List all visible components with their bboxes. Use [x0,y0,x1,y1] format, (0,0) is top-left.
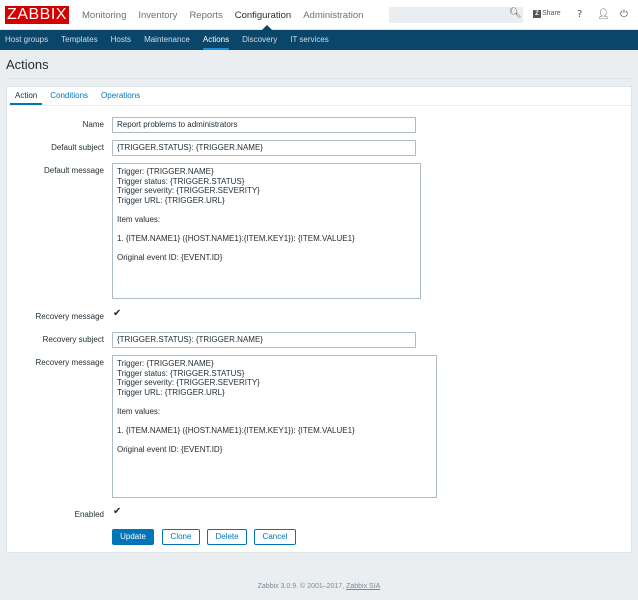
subnav-actions[interactable]: Actions [202,30,230,50]
delete-button[interactable]: Delete [207,529,247,545]
default-subject-label: Default subject [51,143,104,152]
cancel-button[interactable]: Cancel [254,529,296,545]
top-header: ZABBIX Monitoring Inventory Reports Conf… [0,0,638,30]
menu-administration[interactable]: Administration [303,10,363,21]
divider [6,78,632,79]
zabbix-sia-link[interactable]: Zabbix SIA [346,583,380,590]
subnav-it-services[interactable]: IT services [290,30,329,50]
recovery-message-label: Recovery message [35,358,104,367]
tab-action[interactable]: Action [10,87,43,105]
recovery-message-checkbox-label: Recovery message [35,312,104,321]
search-input[interactable] [389,7,523,23]
clone-button[interactable]: Clone [162,529,200,545]
page-title: Actions [6,57,49,72]
default-subject-input[interactable]: {TRIGGER.STATUS}: {TRIGGER.NAME} [112,140,416,156]
zabbix-logo[interactable]: ZABBIX [5,6,69,24]
default-message-label: Default message [43,166,104,175]
menu-configuration[interactable]: Configuration [235,10,292,21]
subnav-discovery[interactable]: Discovery [242,30,277,50]
update-button[interactable]: Update [112,529,154,545]
name-label: Name [82,120,104,129]
recovery-message-textarea[interactable]: Trigger: {TRIGGER.NAME} Trigger status: … [112,355,437,498]
name-input[interactable]: Report problems to administrators [112,117,416,133]
main-menu: Monitoring Inventory Reports Configurati… [82,10,363,21]
subnav-host-groups[interactable]: Host groups [5,30,48,50]
footer: Zabbix 3.0.9. © 2001–2017, Zabbix SIA [257,583,381,590]
subnav-maintenance[interactable]: Maintenance [144,30,190,50]
form-tabs: Action Conditions Operations [7,87,631,106]
help-icon[interactable]: ? [577,9,582,20]
menu-inventory[interactable]: Inventory [138,10,177,21]
tab-operations[interactable]: Operations [96,87,145,105]
subnav-templates[interactable]: Templates [61,30,97,50]
logout-icon[interactable]: ⏻ [620,9,628,20]
tab-conditions[interactable]: Conditions [45,87,93,105]
default-message-textarea[interactable]: Trigger: {TRIGGER.NAME} Trigger status: … [112,163,421,299]
recovery-message-checkbox[interactable]: ✔ [113,308,121,319]
action-form-panel: Action Conditions Operations Name Report… [6,86,632,553]
menu-monitoring[interactable]: Monitoring [82,10,126,21]
recovery-subject-label: Recovery subject [42,335,104,344]
recovery-subject-input[interactable]: {TRIGGER.STATUS}: {TRIGGER.NAME} [112,332,416,348]
share-button[interactable]: Z Share [533,10,561,18]
menu-reports[interactable]: Reports [189,10,222,21]
user-profile-icon[interactable]: 👤︎ [597,9,610,20]
enabled-label: Enabled [74,510,104,519]
sub-navigation: Host groups Templates Hosts Maintenance … [0,30,638,50]
search-icon[interactable]: 🔍︎ [509,8,522,19]
enabled-checkbox[interactable]: ✔ [113,506,121,517]
subnav-hosts[interactable]: Hosts [111,30,131,50]
share-icon: Z [533,10,541,18]
